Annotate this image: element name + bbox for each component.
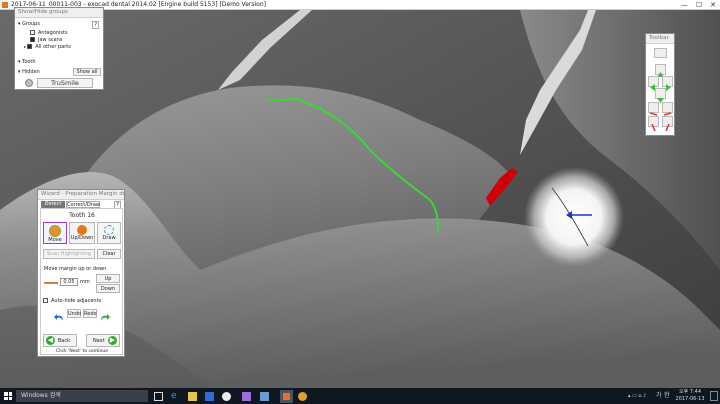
tooth-label: Tooth bbox=[22, 59, 36, 65]
exocad-taskbar-button[interactable] bbox=[280, 390, 293, 403]
undo-icon[interactable] bbox=[54, 308, 65, 321]
toolbar-panel: Toolbar bbox=[645, 33, 675, 136]
redo-button[interactable]: Redo bbox=[83, 309, 97, 318]
scan-highlighting-button: Scan Highlighting bbox=[43, 249, 95, 259]
group-item-antagonists[interactable]: Antagonists bbox=[30, 30, 68, 36]
move-tool-label: Move bbox=[48, 237, 62, 243]
tooth-icon bbox=[25, 79, 33, 87]
title-bar: 2017-06-11_00011-003 - exocad dental 201… bbox=[0, 0, 720, 10]
store-icon[interactable] bbox=[205, 392, 214, 401]
checkbox[interactable] bbox=[43, 298, 48, 303]
draw-tool-label: Draw bbox=[102, 235, 116, 241]
edge-icon[interactable]: e bbox=[171, 392, 180, 401]
view-bottom-icon[interactable] bbox=[655, 88, 666, 103]
notification-icon[interactable] bbox=[710, 391, 718, 401]
language-indicator[interactable]: 한 bbox=[664, 388, 670, 404]
tooth-number: Tooth 16 bbox=[69, 212, 95, 219]
tooth-section[interactable]: ▾ Tooth bbox=[18, 59, 36, 65]
rotate-up-icon[interactable] bbox=[648, 116, 659, 132]
hidden-label: Hidden bbox=[22, 69, 40, 75]
undo-button[interactable]: Undo bbox=[67, 309, 81, 318]
updown-icon bbox=[77, 225, 87, 235]
rotate-right-icon[interactable] bbox=[662, 102, 673, 116]
start-icon[interactable] bbox=[4, 392, 12, 400]
view-reset-icon[interactable] bbox=[654, 48, 667, 58]
tab-correct-draw[interactable]: Correct/Draw bbox=[66, 201, 100, 208]
wizard-header: Wizard - Preparation Margin detector bbox=[38, 190, 124, 200]
clock-time: 오후 7:44 bbox=[678, 389, 702, 395]
wizard-hint: Click 'Next' to continue bbox=[55, 349, 109, 354]
down-button[interactable]: Down bbox=[96, 284, 120, 293]
view-left-icon[interactable] bbox=[648, 76, 659, 91]
groups-section[interactable]: ▾ Groups bbox=[18, 21, 40, 27]
task-view-icon[interactable] bbox=[154, 392, 163, 401]
groups-help-button[interactable]: ? bbox=[92, 21, 99, 29]
close-button[interactable]: ✕ bbox=[710, 0, 716, 10]
app-icon-4[interactable] bbox=[298, 392, 307, 401]
wizard-panel: Wizard - Preparation Margin detector ? D… bbox=[37, 189, 125, 357]
toolbar-header: Toolbar bbox=[646, 34, 674, 44]
checkbox[interactable] bbox=[30, 30, 35, 35]
margin-distance-input[interactable]: 0.05 bbox=[60, 278, 78, 286]
groups-label: Groups bbox=[22, 21, 40, 27]
up-button[interactable]: Up bbox=[96, 274, 120, 283]
next-label: Next bbox=[93, 338, 105, 344]
group-item-all-other-parts[interactable]: ▸ All other parts bbox=[24, 44, 71, 50]
clear-button[interactable]: Clear bbox=[97, 249, 121, 259]
back-label: Back bbox=[57, 338, 70, 344]
app-icon-1[interactable] bbox=[222, 392, 231, 401]
checkbox[interactable] bbox=[30, 37, 35, 42]
updown-tool-button[interactable]: Up/Down bbox=[69, 222, 95, 244]
next-button[interactable]: Next ▶ bbox=[86, 334, 120, 347]
next-arrow-icon: ▶ bbox=[108, 336, 117, 345]
taskbar: Windows 검색 e ▴ ▭ ⌂ ♪ 가 한 오후 7:44 2017-06… bbox=[0, 388, 720, 404]
group-item-label: Antagonists bbox=[38, 30, 68, 36]
tab-detect[interactable]: Detect bbox=[41, 201, 65, 208]
app-icon-3[interactable] bbox=[260, 392, 269, 401]
group-item-label: Jaw scans bbox=[38, 37, 63, 43]
ime-indicator[interactable]: 가 bbox=[656, 388, 662, 404]
app-icon bbox=[2, 2, 8, 8]
clock[interactable]: 오후 7:44 2017-06-13 bbox=[673, 389, 707, 403]
taskbar-search-text: Windows 검색 bbox=[21, 392, 61, 399]
move-tool-button[interactable]: Move bbox=[43, 222, 67, 244]
move-icon bbox=[49, 225, 61, 237]
minimize-button[interactable]: — bbox=[681, 0, 688, 10]
view-top-icon[interactable] bbox=[655, 64, 666, 77]
rotate-left-icon[interactable] bbox=[648, 102, 659, 116]
clock-date: 2017-06-13 bbox=[675, 396, 705, 402]
file-explorer-icon[interactable] bbox=[188, 392, 197, 401]
autohide-checkbox[interactable]: Auto-hide adjacents bbox=[43, 298, 101, 304]
taskbar-search[interactable]: Windows 검색 bbox=[16, 390, 148, 402]
checkbox[interactable] bbox=[27, 44, 33, 49]
redo-icon[interactable] bbox=[99, 308, 110, 321]
show-all-button[interactable]: Show all bbox=[73, 68, 101, 76]
move-margin-label: Move margin up or down bbox=[44, 266, 107, 272]
exocad-icon bbox=[283, 393, 290, 400]
updown-tool-label: Up/Down bbox=[70, 235, 94, 241]
draw-icon bbox=[104, 225, 114, 235]
hidden-section[interactable]: ▾ Hidden bbox=[18, 69, 40, 75]
maximize-button[interactable]: ☐ bbox=[696, 0, 702, 10]
show-hide-panel: Show/Hide groups ▾ Groups ? Antagonists … bbox=[14, 7, 104, 90]
trusmile-logo[interactable]: TruSmile bbox=[37, 78, 93, 88]
unit-label: mm bbox=[80, 279, 90, 285]
tray-icons[interactable]: ▴ ▭ ⌂ ♪ bbox=[628, 388, 646, 404]
group-item-label: All other parts bbox=[35, 44, 71, 50]
autohide-label: Auto-hide adjacents bbox=[51, 298, 102, 304]
distance-slider-icon[interactable] bbox=[44, 282, 58, 284]
back-button[interactable]: ◀ Back bbox=[43, 334, 77, 347]
view-right-icon[interactable] bbox=[662, 76, 673, 91]
draw-tool-button[interactable]: Draw bbox=[97, 222, 121, 244]
window-controls: — ☐ ✕ bbox=[681, 0, 716, 10]
app-icon-2[interactable] bbox=[242, 392, 251, 401]
show-hide-header: Show/Hide groups bbox=[15, 8, 103, 18]
rotate-down-icon[interactable] bbox=[662, 116, 673, 132]
group-item-jaw-scans[interactable]: Jaw scans bbox=[30, 37, 62, 43]
cursor-glow bbox=[524, 167, 624, 267]
back-arrow-icon: ◀ bbox=[46, 336, 55, 345]
